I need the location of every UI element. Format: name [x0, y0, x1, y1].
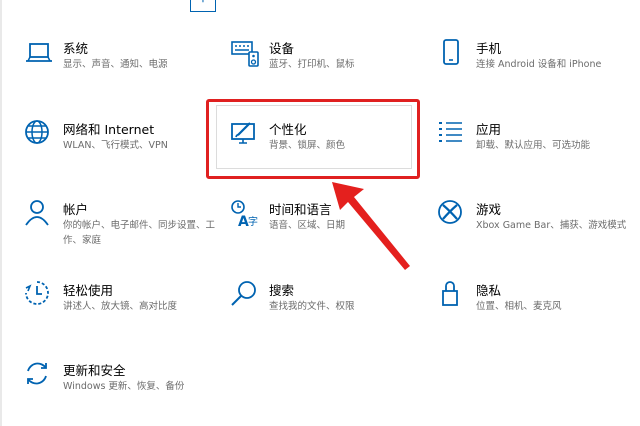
xbox-icon — [437, 199, 467, 229]
tile-description: 你的帐户、电子邮件、同步设置、工作、家庭 — [63, 220, 216, 246]
globe-icon — [24, 119, 54, 149]
tile-privacy[interactable]: 隐私 位置、相机、麦克风 — [437, 280, 637, 342]
tile-apps[interactable]: 应用 卸载、默认应用、可选功能 — [437, 119, 637, 181]
tile-description: 位置、相机、麦克风 — [476, 301, 562, 312]
tile-search[interactable]: 搜索 查找我的文件、权限 — [230, 280, 430, 342]
tile-title: 更新和安全 — [63, 363, 126, 378]
tile-description: 查找我的文件、权限 — [269, 301, 355, 312]
tile-description: 连接 Android 设备和 iPhone — [476, 59, 602, 70]
person-icon — [24, 199, 54, 229]
tile-description: 蓝牙、打印机、鼠标 — [269, 59, 355, 70]
tile-title: 设备 — [269, 41, 295, 56]
laptop-icon — [24, 38, 54, 68]
tile-title: 游戏 — [476, 202, 502, 217]
svg-text:字: 字 — [248, 215, 258, 228]
tile-title: 帐户 — [63, 202, 89, 217]
tile-update-security[interactable]: 更新和安全 Windows 更新、恢复、备份 — [24, 360, 224, 422]
tile-title: 应用 — [476, 122, 502, 137]
tile-description: 背景、锁屏、颜色 — [269, 140, 346, 151]
tile-devices[interactable]: 设备 蓝牙、打印机、鼠标 — [230, 38, 430, 100]
tile-description: 讲述人、放大镜、高对比度 — [63, 301, 178, 312]
tile-description: 卸载、默认应用、可选功能 — [476, 140, 591, 151]
tile-network[interactable]: 网络和 Internet WLAN、飞行模式、VPN — [24, 119, 224, 181]
annotation-red-arrow — [332, 182, 410, 270]
tile-title: 手机 — [476, 41, 502, 56]
tile-personalization[interactable]: 个性化 背景、锁屏、颜色 — [230, 119, 430, 181]
time-language-icon: A字 — [230, 199, 260, 229]
lock-icon — [437, 280, 467, 310]
tile-description: WLAN、飞行模式、VPN — [63, 140, 168, 151]
personalize-icon — [230, 119, 260, 149]
phone-icon — [437, 38, 467, 68]
tile-title: 系统 — [63, 41, 89, 56]
tile-title: 搜索 — [269, 283, 295, 298]
ease-of-access-icon — [24, 280, 54, 310]
tile-description: Windows 更新、恢复、备份 — [63, 381, 185, 392]
tile-accounts[interactable]: 帐户 你的帐户、电子邮件、同步设置、工作、家庭 — [24, 199, 224, 261]
tile-title: 隐私 — [476, 283, 502, 298]
tile-title: 个性化 — [269, 122, 307, 137]
tile-gaming[interactable]: 游戏 Xbox Game Bar、捕获、游戏模式 — [437, 199, 637, 261]
tile-description: Xbox Game Bar、捕获、游戏模式 — [476, 220, 627, 231]
search-icon — [230, 280, 260, 310]
window-left-border — [0, 0, 2, 426]
tile-title: 轻松使用 — [63, 283, 114, 298]
tile-phone[interactable]: 手机 连接 Android 设备和 iPhone — [437, 38, 637, 100]
keyboard-icon — [230, 38, 260, 68]
input-method-icon: 中 — [190, 0, 216, 12]
tile-system[interactable]: 系统 显示、声音、通知、电源 — [24, 38, 224, 100]
update-icon — [24, 360, 54, 390]
tile-ease-of-access[interactable]: 轻松使用 讲述人、放大镜、高对比度 — [24, 280, 224, 342]
tile-description: 显示、声音、通知、电源 — [63, 59, 168, 70]
input-method-glyph: 中 — [191, 0, 215, 4]
tile-title: 网络和 Internet — [63, 122, 155, 137]
apps-icon — [437, 119, 467, 149]
tile-title: 时间和语言 — [269, 202, 332, 217]
